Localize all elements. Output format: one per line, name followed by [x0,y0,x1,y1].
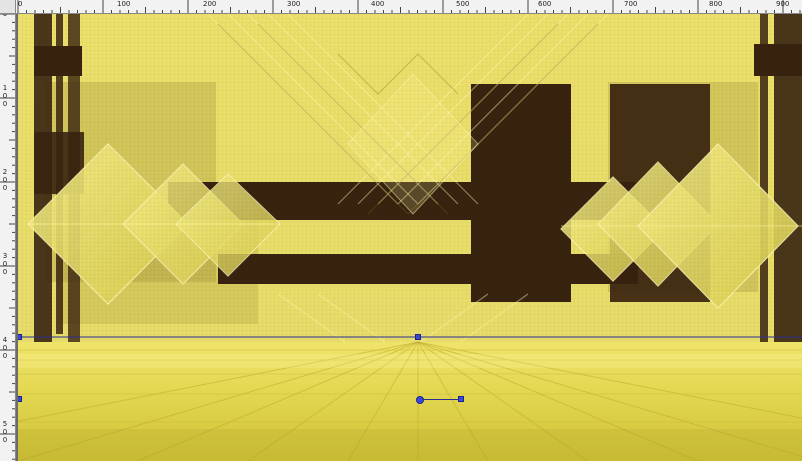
ruler-label-v200: 200 [2,168,8,192]
ruler-label-v300: 300 [2,252,8,276]
artwork [18,14,802,461]
left-edge-handle[interactable] [18,396,22,402]
ruler-label-0: 0 [18,0,23,8]
ruler-label-300: 300 [287,0,301,8]
vertical-ruler-ticks [0,14,15,460]
vertical-ruler[interactable]: 0 100 200 300 400 500 [0,14,16,461]
horizontal-ruler-ticks [17,0,801,13]
horizon-center-handle[interactable] [415,334,421,340]
ruler-label-v500: 500 [2,420,8,444]
rotation-arm [422,399,460,400]
horizontal-ruler[interactable]: 0 100 200 300 400 500 600 700 800 900 [16,0,802,14]
image-canvas[interactable] [18,14,802,461]
ruler-label-400: 400 [371,0,385,8]
floor-dark-band [18,429,802,461]
grid-texture [18,14,802,344]
horizon-left-handle[interactable] [18,334,22,340]
ruler-label-v0: 0 [2,14,8,18]
ruler-label-900: 900 [776,0,790,8]
ruler-label-v400: 400 [2,336,8,360]
rotation-handle[interactable] [458,396,464,402]
ruler-label-700: 700 [624,0,638,8]
ruler-label-100: 100 [117,0,131,8]
ruler-label-v100: 100 [2,84,8,108]
ruler-label-600: 600 [538,0,552,8]
center-pivot-handle[interactable] [416,396,424,404]
ruler-corner [0,0,16,14]
ruler-label-500: 500 [456,0,470,8]
floor-light-band [18,354,802,368]
ruler-label-200: 200 [203,0,217,8]
ruler-label-800: 800 [709,0,723,8]
